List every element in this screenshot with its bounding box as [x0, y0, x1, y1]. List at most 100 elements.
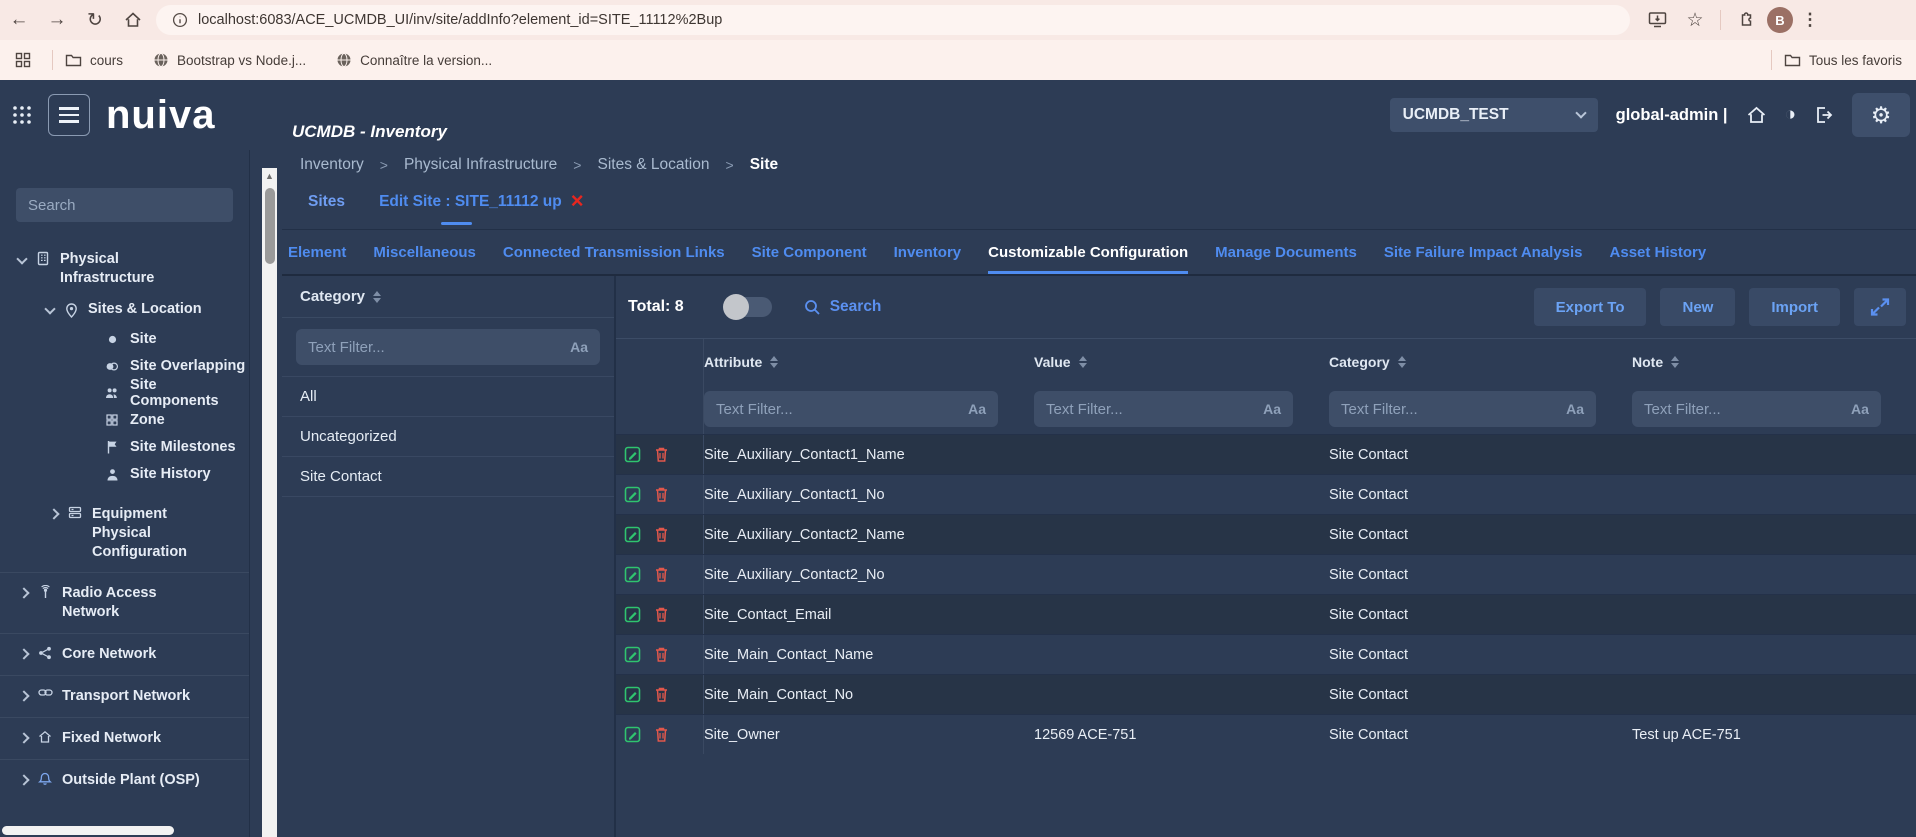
sidebar-search[interactable] [16, 188, 233, 222]
logout-icon[interactable] [1814, 105, 1834, 125]
edit-row-icon[interactable] [624, 646, 641, 663]
tree-item-fixed-network[interactable]: Fixed Network [0, 717, 249, 759]
tree-item-site-history[interactable]: Site History [0, 460, 249, 487]
attribute-filter-input[interactable] [716, 401, 960, 418]
tab-sites[interactable]: Sites [308, 193, 345, 211]
match-case-toggle[interactable]: Aa [968, 401, 986, 417]
sort-icon[interactable] [1398, 356, 1406, 368]
breadcrumb-item[interactable]: Physical Infrastructure [404, 156, 557, 174]
export-to-button[interactable]: Export To [1534, 288, 1647, 326]
tab-site-component[interactable]: Site Component [752, 230, 867, 274]
sort-icon[interactable] [373, 291, 381, 303]
edit-row-icon[interactable] [624, 606, 641, 623]
edit-row-icon[interactable] [624, 566, 641, 583]
table-row[interactable]: Site_Auxiliary_Contact2_Name Site Contac… [616, 514, 1916, 554]
tree-item-site[interactable]: Site [0, 325, 249, 352]
category-filter[interactable]: Aa [1329, 391, 1596, 427]
match-case-toggle[interactable]: Aa [1566, 401, 1584, 417]
edit-row-icon[interactable] [624, 486, 641, 503]
category-filter-input[interactable] [308, 339, 562, 356]
address-bar[interactable] [156, 5, 1630, 35]
hamburger-menu-icon[interactable] [48, 94, 90, 136]
install-app-icon[interactable] [1640, 11, 1674, 29]
table-row[interactable]: Site_Auxiliary_Contact2_No Site Contact [616, 554, 1916, 594]
category-panel-header[interactable]: Category [282, 276, 614, 318]
apps-grid-icon[interactable] [6, 52, 40, 68]
delete-row-icon[interactable] [654, 486, 669, 503]
category-item-site-contact[interactable]: Site Contact [282, 457, 614, 497]
tree-item-equipment-physical-configuration[interactable]: Equipment Physical Configuration [0, 487, 249, 572]
category-item-all[interactable]: All [282, 377, 614, 417]
tab-connected-transmission-links[interactable]: Connected Transmission Links [503, 230, 725, 274]
tab-edit-site[interactable]: Edit Site : SITE_11112 up × [379, 193, 584, 225]
tree-item-site-overlapping[interactable]: Site Overlapping [0, 352, 249, 379]
edit-row-icon[interactable] [624, 526, 641, 543]
tree-item-zone[interactable]: Zone [0, 406, 249, 433]
column-header-note[interactable]: Note [1632, 354, 1916, 370]
filter-toggle[interactable] [726, 297, 772, 317]
contrast-toggle-icon[interactable]: ◑ [1785, 104, 1796, 126]
category-filter[interactable]: Aa [296, 329, 600, 365]
back-icon[interactable]: ← [0, 9, 38, 31]
bookmark-bootstrap[interactable]: Bootstrap vs Node.j... [153, 52, 306, 68]
tree-item-transport-network[interactable]: Transport Network [0, 675, 249, 717]
delete-row-icon[interactable] [654, 446, 669, 463]
breadcrumb-item[interactable]: Sites & Location [597, 156, 709, 174]
column-header-value[interactable]: Value [1034, 354, 1329, 370]
sort-icon[interactable] [1671, 356, 1679, 368]
sidebar-horizontal-scrollbar[interactable] [2, 826, 174, 835]
edit-row-icon[interactable] [624, 726, 641, 743]
profile-avatar[interactable]: B [1767, 7, 1793, 33]
category-filter-input[interactable] [1341, 401, 1558, 418]
tree-item-outside-plant-osp[interactable]: Outside Plant (OSP) [0, 759, 249, 801]
tree-item-physical-infrastructure[interactable]: Physical Infrastructure [0, 250, 249, 288]
sidebar-search-input[interactable] [28, 197, 221, 214]
close-tab-icon[interactable]: × [571, 194, 584, 208]
extensions-puzzle-icon[interactable] [1729, 11, 1763, 29]
sort-icon[interactable] [770, 356, 778, 368]
bookmark-connaitre[interactable]: Connaître la version... [336, 52, 492, 68]
settings-gear-icon[interactable]: ⚙ [1852, 93, 1910, 137]
bookmark-star-icon[interactable]: ☆ [1678, 9, 1712, 32]
bookmark-cours[interactable]: cours [65, 53, 123, 68]
browser-menu-icon[interactable]: ⋮ [1797, 10, 1823, 30]
match-case-toggle[interactable]: Aa [1263, 401, 1281, 417]
url-input[interactable] [198, 12, 1614, 28]
forward-icon[interactable]: → [38, 9, 76, 31]
scrollbar-thumb[interactable] [265, 188, 275, 264]
sort-icon[interactable] [1079, 356, 1087, 368]
home-icon[interactable] [1746, 105, 1767, 125]
match-case-toggle[interactable]: Aa [570, 339, 588, 355]
table-row[interactable]: Site_Main_Contact_Name Site Contact [616, 634, 1916, 674]
table-row[interactable]: Site_Owner 12569 ACE-751 Site Contact Te… [616, 714, 1916, 754]
tree-item-radio-access-network[interactable]: Radio Access Network [0, 572, 249, 633]
tab-asset-history[interactable]: Asset History [1610, 230, 1707, 274]
edit-row-icon[interactable] [624, 446, 641, 463]
edit-row-icon[interactable] [624, 686, 641, 703]
search-button[interactable]: Search [804, 298, 882, 316]
value-filter[interactable]: Aa [1034, 391, 1293, 427]
table-row[interactable]: Site_Main_Contact_No Site Contact [616, 674, 1916, 714]
tab-inventory[interactable]: Inventory [894, 230, 962, 274]
waffle-menu-icon[interactable] [12, 105, 32, 125]
browser-home-icon[interactable] [114, 10, 152, 30]
delete-row-icon[interactable] [654, 726, 669, 743]
tree-item-site-milestones[interactable]: Site Milestones [0, 433, 249, 460]
category-item-uncategorized[interactable]: Uncategorized [282, 417, 614, 457]
import-button[interactable]: Import [1749, 288, 1840, 326]
scrollbar-up-arrow[interactable]: ▲ [262, 168, 277, 184]
note-filter-input[interactable] [1644, 401, 1843, 418]
breadcrumb-item[interactable]: Inventory [300, 156, 364, 174]
table-row[interactable]: Site_Auxiliary_Contact1_No Site Contact [616, 474, 1916, 514]
column-header-category[interactable]: Category [1329, 354, 1632, 370]
delete-row-icon[interactable] [654, 646, 669, 663]
tree-item-sites-location[interactable]: Sites & Location [0, 288, 249, 325]
tab-site-failure-impact-analysis[interactable]: Site Failure Impact Analysis [1384, 230, 1583, 274]
environment-select[interactable]: UCMDB_TEST [1390, 98, 1598, 132]
site-info-icon[interactable] [172, 12, 188, 28]
tab-customizable-configuration[interactable]: Customizable Configuration [988, 230, 1188, 274]
all-favorites[interactable]: Tous les favoris [1767, 50, 1902, 70]
new-button[interactable]: New [1660, 288, 1735, 326]
column-header-attribute[interactable]: Attribute [704, 354, 1034, 370]
match-case-toggle[interactable]: Aa [1851, 401, 1869, 417]
